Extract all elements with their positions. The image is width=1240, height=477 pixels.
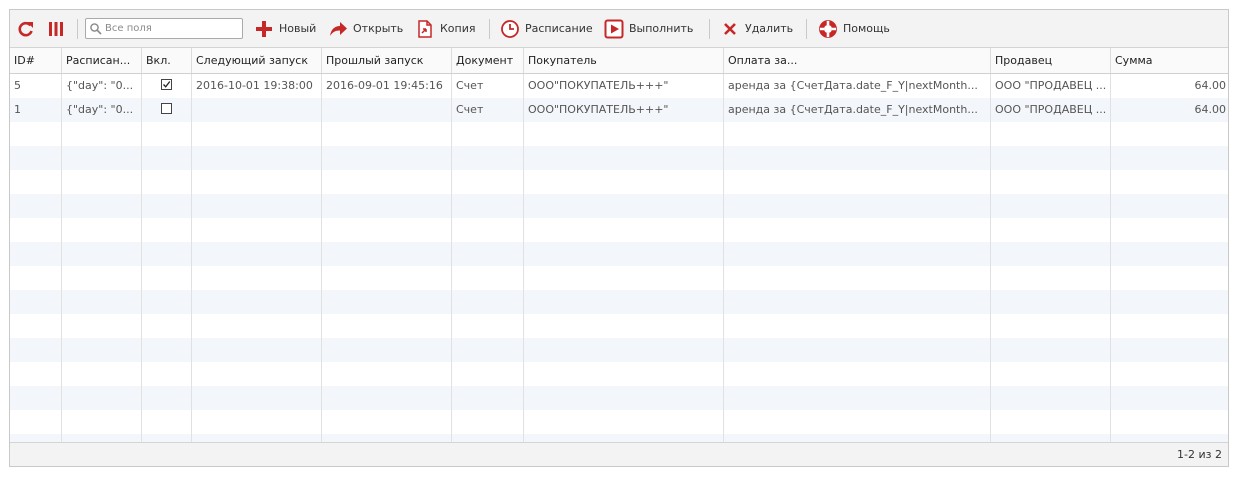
column-header-last-run[interactable]: Прошлый запуск — [322, 48, 452, 73]
column-divider — [141, 74, 142, 444]
column-divider — [191, 74, 192, 444]
cell-payment-for: аренда за {СчетДата.date_F_Y|nextMonth..… — [728, 103, 978, 116]
cell-id: 1 — [14, 103, 21, 116]
table-row[interactable]: 1 {"day": "0... Счет ООО"ПОКУПАТЕЛЬ+++" … — [10, 98, 1228, 122]
empty-row — [10, 362, 1228, 386]
empty-row — [10, 314, 1228, 338]
empty-row — [10, 170, 1228, 194]
play-icon — [604, 19, 624, 39]
empty-row — [10, 122, 1228, 146]
cell-buyer: ООО"ПОКУПАТЕЛЬ+++" — [528, 79, 669, 92]
search-box[interactable] — [85, 18, 243, 39]
grid-footer: 1-2 из 2 — [10, 442, 1228, 466]
delete-x-icon — [720, 19, 740, 39]
search-input[interactable] — [103, 19, 242, 38]
cell-next-run: 2016-10-01 19:38:00 — [196, 79, 313, 92]
empty-row — [10, 386, 1228, 410]
empty-row — [10, 290, 1228, 314]
cell-seller: ООО "ПРОДАВЕЦ ... — [995, 79, 1107, 92]
empty-row — [10, 194, 1228, 218]
toolbar-separator — [77, 19, 78, 39]
cell-document: Счет — [456, 79, 484, 92]
refresh-icon — [16, 19, 36, 39]
cell-last-run — [322, 98, 452, 122]
new-button-label: Новый — [279, 22, 317, 35]
column-header-amount[interactable]: Сумма — [1111, 48, 1230, 73]
cell-schedule: {"day": "0... — [66, 103, 134, 116]
search-icon — [89, 22, 103, 36]
lifebuoy-icon — [818, 19, 838, 39]
empty-row — [10, 410, 1228, 434]
cell-payment-for: аренда за {СчетДата.date_F_Y|nextMonth..… — [728, 79, 978, 92]
column-divider — [321, 74, 322, 444]
column-header-document[interactable]: Документ — [452, 48, 524, 73]
open-arrow-icon — [328, 19, 348, 39]
cell-id: 5 — [14, 79, 21, 92]
toolbar-separator — [709, 19, 710, 39]
refresh-button[interactable] — [16, 10, 41, 47]
grid-panel: Новый Открыть Копия Расписание Выпо — [9, 9, 1229, 467]
copy-icon — [415, 19, 435, 39]
enabled-checkbox[interactable] — [161, 79, 172, 90]
column-divider — [523, 74, 524, 444]
cell-buyer: ООО"ПОКУПАТЕЛЬ+++" — [528, 103, 669, 116]
open-button-label: Открыть — [353, 22, 404, 35]
columns-icon — [46, 19, 66, 39]
new-button[interactable]: Новый — [254, 10, 316, 47]
pager-info: 1-2 из 2 — [1177, 448, 1222, 461]
run-button-label: Выполнить — [629, 22, 694, 35]
column-header-enabled[interactable]: Вкл. — [142, 48, 192, 73]
schedule-button-label: Расписание — [525, 22, 593, 35]
copy-button-label: Копия — [440, 22, 476, 35]
column-header-next-run[interactable]: Следующий запуск — [192, 48, 322, 73]
empty-row — [10, 266, 1228, 290]
enabled-checkbox[interactable] — [161, 103, 172, 114]
toolbar-separator — [806, 19, 807, 39]
column-header-schedule[interactable]: Расписан... — [62, 48, 142, 73]
cell-seller: ООО "ПРОДАВЕЦ ... — [995, 103, 1107, 116]
empty-row — [10, 218, 1228, 242]
open-button[interactable]: Открыть — [328, 10, 403, 47]
column-divider — [990, 74, 991, 444]
column-header-buyer[interactable]: Покупатель — [524, 48, 724, 73]
clock-icon — [500, 19, 520, 39]
cell-last-run: 2016-09-01 19:45:16 — [326, 79, 443, 92]
help-button-label: Помощь — [843, 22, 890, 35]
toolbar: Новый Открыть Копия Расписание Выпо — [10, 10, 1228, 48]
delete-button[interactable]: Удалить — [720, 10, 793, 47]
grid-header: ID# Расписан... Вкл. Следующий запуск Пр… — [10, 48, 1228, 74]
schedule-button[interactable]: Расписание — [500, 10, 593, 47]
column-divider — [61, 74, 62, 444]
cell-amount: 64.00 — [1194, 103, 1227, 116]
column-divider — [451, 74, 452, 444]
cell-document: Счет — [456, 103, 484, 116]
cell-schedule: {"day": "0... — [66, 79, 134, 92]
empty-row — [10, 242, 1228, 266]
column-divider — [1110, 74, 1111, 444]
columns-button[interactable] — [46, 10, 71, 47]
column-header-payment-for[interactable]: Оплата за... — [724, 48, 991, 73]
table-row[interactable]: 5 {"day": "0... 2016-10-01 19:38:00 2016… — [10, 74, 1228, 98]
cell-amount: 64.00 — [1194, 79, 1227, 92]
empty-row — [10, 338, 1228, 362]
grid-body: 5 {"day": "0... 2016-10-01 19:38:00 2016… — [10, 74, 1228, 444]
help-button[interactable]: Помощь — [818, 10, 890, 47]
empty-row — [10, 146, 1228, 170]
copy-button[interactable]: Копия — [415, 10, 476, 47]
plus-icon — [254, 19, 274, 39]
toolbar-separator — [489, 19, 490, 39]
column-divider — [723, 74, 724, 444]
run-button[interactable]: Выполнить — [604, 10, 693, 47]
delete-button-label: Удалить — [745, 22, 794, 35]
column-header-id[interactable]: ID# — [10, 48, 62, 73]
column-header-seller[interactable]: Продавец — [991, 48, 1111, 73]
cell-next-run — [192, 98, 322, 122]
